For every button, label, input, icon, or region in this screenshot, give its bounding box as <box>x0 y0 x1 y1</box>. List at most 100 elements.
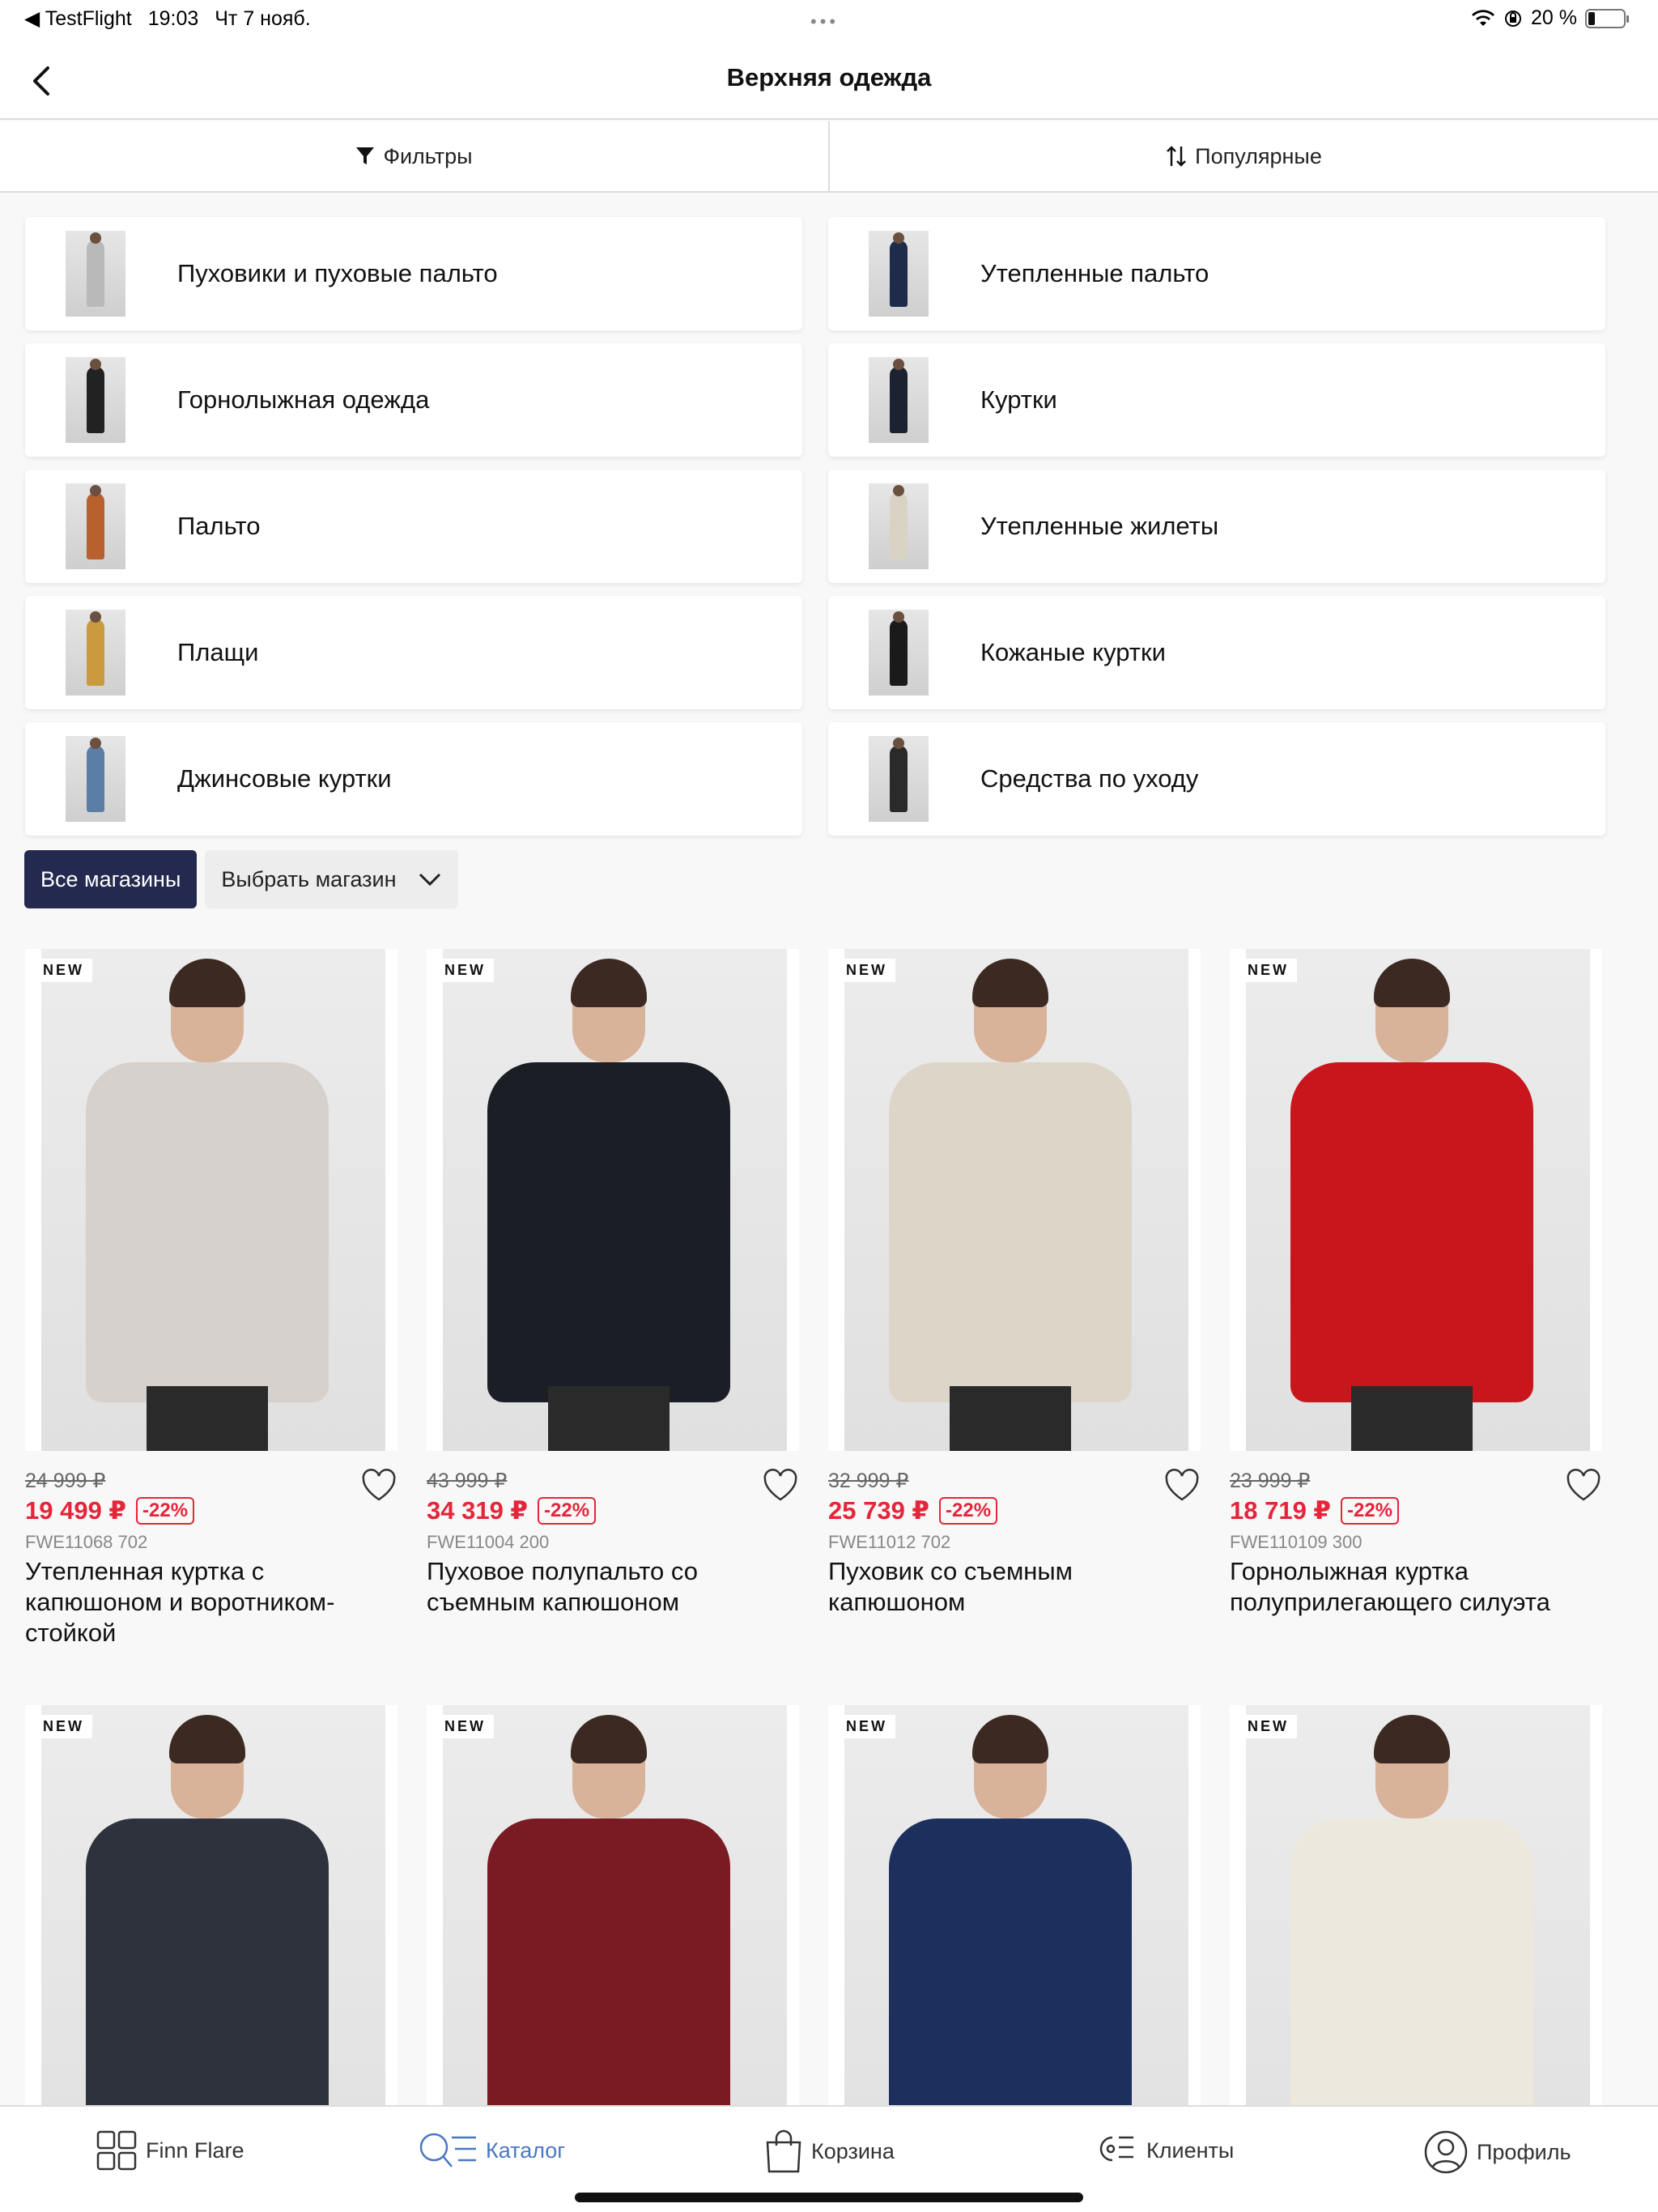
tab-label: Finn Flare <box>146 2138 244 2163</box>
tab-finn-flare[interactable]: Finn Flare <box>96 2129 244 2172</box>
new-badge: NEW <box>838 1715 895 1738</box>
category-item[interactable]: Джинсовые куртки <box>25 722 802 836</box>
category-label: Средства по уходу <box>980 764 1199 793</box>
tab-label: Каталог <box>486 2138 566 2163</box>
category-thumbnail <box>869 357 929 443</box>
old-price: 24 999 ₽ <box>25 1470 106 1492</box>
tab-catalog[interactable]: Каталог <box>418 2129 565 2172</box>
old-price: 43 999 ₽ <box>427 1470 508 1492</box>
category-item[interactable]: Плащи <box>25 596 802 709</box>
new-badge: NEW <box>838 959 895 982</box>
multitasking-dots-icon[interactable]: ••• <box>810 11 839 32</box>
category-item[interactable]: Горнолыжная одежда <box>25 343 802 457</box>
bag-icon <box>766 2129 801 2173</box>
product-image[interactable]: NEW <box>427 949 799 1451</box>
product-name: Пуховое полупальто со съемным капюшоном <box>427 1557 698 1616</box>
home-indicator[interactable] <box>575 2193 1083 2202</box>
category-item[interactable]: Пуховики и пуховые пальто <box>25 217 802 330</box>
category-item[interactable]: Средства по уходу <box>828 722 1605 836</box>
new-badge: NEW <box>35 1715 92 1738</box>
page-title: Верхняя одежда <box>726 63 932 91</box>
store-selector: Все магазины Выбрать магазин <box>24 850 458 908</box>
product-name: Пуховик со съемным капюшоном <box>828 1557 1073 1616</box>
filters-button[interactable]: Фильтры <box>0 121 828 191</box>
product-sku: FWE11012 702 <box>828 1532 951 1552</box>
product-sku: FWE110109 300 <box>1230 1532 1363 1552</box>
category-thumbnail <box>66 483 125 569</box>
product-card[interactable]: NEW 32 999 ₽ 25 739 ₽ -22% FWE11012 702 Пухов… <box>828 949 1201 1648</box>
current-price: 34 319 ₽ <box>427 1496 528 1525</box>
heart-icon[interactable] <box>1163 1467 1201 1504</box>
tab-label: Профиль <box>1477 2139 1571 2164</box>
tab-clients[interactable]: Клиенты <box>1095 2129 1234 2172</box>
category-item[interactable]: Куртки <box>828 343 1605 457</box>
heart-icon[interactable] <box>360 1467 397 1504</box>
status-app-back[interactable]: ◀ TestFlight <box>24 6 132 31</box>
category-thumbnail <box>66 736 125 822</box>
battery-percent: 20 % <box>1531 6 1577 29</box>
category-item[interactable]: Пальто <box>25 470 802 583</box>
new-badge: NEW <box>35 959 92 982</box>
category-thumbnail <box>66 357 125 443</box>
all-stores-button[interactable]: Все магазины <box>24 850 198 908</box>
status-bar: ◀ TestFlight 19:03 Чт 7 нояб. ••• 20 % <box>0 0 1658 39</box>
current-price: 25 739 ₽ <box>828 1496 929 1525</box>
product-image[interactable]: NEW <box>25 949 397 1451</box>
category-thumbnail <box>869 231 929 317</box>
wifi-icon <box>1472 9 1495 26</box>
select-store-label: Выбрать магазин <box>221 866 397 891</box>
category-thumbnail <box>869 610 929 696</box>
category-item[interactable]: Кожаные куртки <box>828 596 1605 709</box>
category-thumbnail <box>869 736 929 822</box>
sort-button[interactable]: Популярные <box>828 121 1658 191</box>
filter-sort-bar: Фильтры Популярные <box>0 121 1658 193</box>
category-item[interactable]: Утепленные пальто <box>828 217 1605 330</box>
battery-icon <box>1585 8 1629 28</box>
new-badge: NEW <box>1239 1715 1297 1738</box>
current-price: 18 719 ₽ <box>1230 1496 1331 1525</box>
catalog-search-icon <box>419 2133 476 2167</box>
tab-cart[interactable]: Корзина <box>764 2129 895 2173</box>
category-thumbnail <box>869 483 929 569</box>
old-price: 32 999 ₽ <box>828 1470 909 1492</box>
product-card[interactable]: NEW 43 999 ₽ 34 319 ₽ -22% FWE11004 200 Пухов… <box>427 949 799 1648</box>
funnel-icon <box>356 147 375 164</box>
chevron-down-icon <box>419 873 440 887</box>
clients-icon <box>1099 2136 1133 2162</box>
category-item[interactable]: Утепленные жилеты <box>828 470 1605 583</box>
discount-badge: -22% <box>136 1497 195 1525</box>
product-name: Горнолыжная куртка полуприлегающего силу… <box>1230 1557 1550 1616</box>
heart-icon[interactable] <box>762 1467 799 1504</box>
category-label: Куртки <box>980 385 1057 414</box>
navigation-bar: Верхняя одежда <box>0 39 1658 120</box>
select-store-dropdown[interactable]: Выбрать магазин <box>205 850 458 908</box>
heart-icon[interactable] <box>1565 1467 1602 1504</box>
tab-label: Корзина <box>811 2138 895 2163</box>
category-label: Плащи <box>177 638 259 666</box>
category-label: Утепленные жилеты <box>980 512 1219 540</box>
category-thumbnail <box>66 231 125 317</box>
status-date: Чт 7 нояб. <box>215 6 311 30</box>
category-label: Пуховики и пуховые пальто <box>177 259 498 287</box>
status-time: 19:03 <box>147 6 199 30</box>
sort-arrows-icon <box>1167 146 1187 167</box>
tab-label: Клиенты <box>1146 2138 1235 2163</box>
current-price: 19 499 ₽ <box>25 1496 126 1525</box>
grid-icon <box>96 2130 137 2171</box>
sort-label: Популярные <box>1195 143 1322 168</box>
category-thumbnail <box>66 610 125 696</box>
product-sku: FWE11068 702 <box>25 1532 148 1552</box>
discount-badge: -22% <box>538 1497 597 1525</box>
product-image[interactable]: NEW <box>828 949 1201 1451</box>
new-badge: NEW <box>436 1715 494 1738</box>
orientation-lock-icon <box>1505 10 1522 27</box>
tab-profile[interactable]: Профиль <box>1423 2129 1571 2175</box>
product-image[interactable]: NEW <box>1230 949 1602 1451</box>
product-card[interactable]: NEW 23 999 ₽ 18 719 ₽ -22% FWE110109 300 Горн… <box>1230 949 1602 1648</box>
profile-icon <box>1424 2130 1468 2174</box>
category-label: Пальто <box>177 512 261 540</box>
old-price: 23 999 ₽ <box>1230 1470 1311 1492</box>
new-badge: NEW <box>436 959 494 982</box>
category-label: Утепленные пальто <box>980 259 1209 287</box>
product-card[interactable]: NEW 24 999 ₽ 19 499 ₽ -22% FWE11068 702 Утепл… <box>25 949 397 1648</box>
